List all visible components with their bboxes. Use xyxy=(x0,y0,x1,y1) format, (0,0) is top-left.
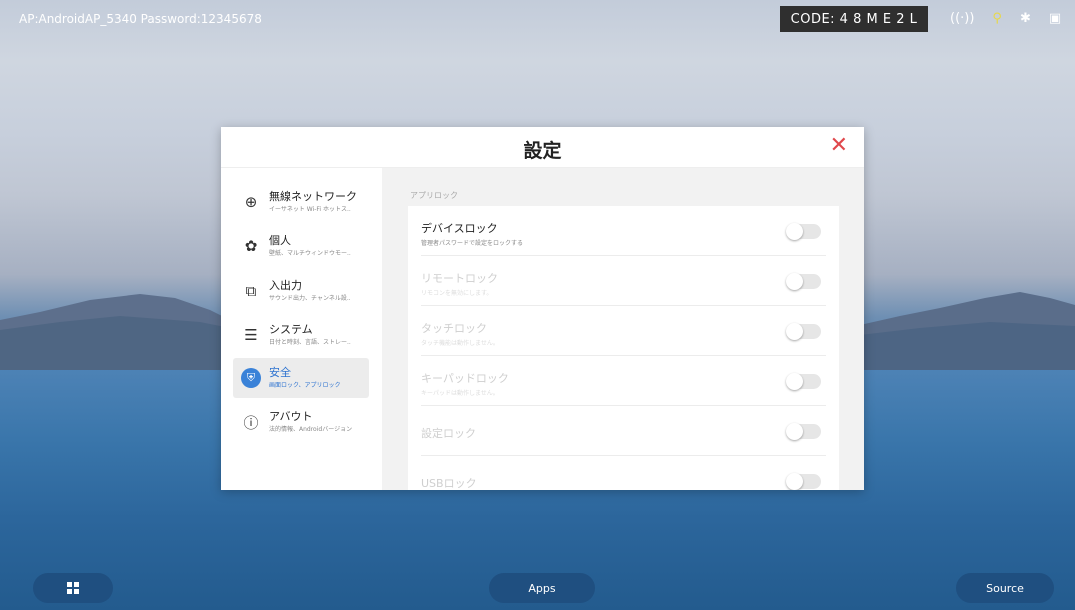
setting-subtitle: リモコンを無効にします。 xyxy=(421,290,493,297)
ap-info-text: AP:AndroidAP_5340 Password:12345678 xyxy=(19,12,262,26)
sidebar-item-label: アバウト xyxy=(269,410,313,423)
globe-icon: ⊕ xyxy=(244,193,258,211)
setting-row-touch-lock[interactable]: タッチロック タッチ機能は動作しません。 xyxy=(408,306,839,356)
close-button[interactable]: ✕ xyxy=(830,135,848,157)
setting-title: リモートロック xyxy=(421,272,498,285)
setting-row-device-lock[interactable]: デバイスロック 管理者パスワードで設定をロックする xyxy=(408,206,839,256)
section-label: アプリロック xyxy=(410,191,458,200)
sidebar-item-label: 無線ネットワーク xyxy=(269,190,357,203)
input-output-icon: ⧉ xyxy=(245,282,257,300)
touch-lock-toggle[interactable] xyxy=(786,323,821,340)
sidebar-item-about[interactable]: ⓘ アバウト 法的情報、Androidバージョン xyxy=(233,402,369,442)
setting-row-keypad-lock[interactable]: キーパッドロック キーパッドは動作しません。 xyxy=(408,356,839,406)
setting-subtitle: タッチ機能は動作しません。 xyxy=(421,340,499,347)
info-icon: ⓘ xyxy=(243,413,259,432)
settings-sidebar: ⊕ 無線ネットワーク イーサネット Wi-Fi ホットス.. ✿ 個人 壁紙、マ… xyxy=(221,168,382,490)
apps-button[interactable]: Apps xyxy=(489,573,595,603)
shield-icon: ⛨ xyxy=(241,368,261,388)
sidebar-item-subtitle: 日付と時刻、言語、ストレー.. xyxy=(269,339,351,346)
code-badge: CODE: 4 8 M E 2 L xyxy=(780,6,928,32)
settings-dialog: 設定 ✕ ⊕ 無線ネットワーク イーサネット Wi-Fi ホットス.. ✿ 個人… xyxy=(221,127,864,490)
setting-title: キーパッドロック xyxy=(421,372,509,385)
sidebar-item-label: システム xyxy=(269,323,313,336)
status-icons: ((·)) ⚲ ✱ ▣ xyxy=(950,10,1061,28)
settings-content: アプリロック デバイスロック 管理者パスワードで設定をロックする リモートロック… xyxy=(382,168,864,490)
sidebar-item-label: 安全 xyxy=(269,366,291,379)
sidebar-item-subtitle: 壁紙、マルチウィンドウモー.. xyxy=(269,250,351,257)
palette-icon: ✿ xyxy=(244,237,258,255)
sidebar-item-security[interactable]: ⛨ 安全 画面ロック、アプリロック xyxy=(233,358,369,398)
setting-title: USBロック xyxy=(421,477,477,490)
dialog-header: 設定 ✕ xyxy=(221,127,864,168)
setting-title: デバイスロック xyxy=(421,222,498,235)
setting-title: 設定ロック xyxy=(421,427,476,440)
bluetooth-off-icon[interactable]: ✱ xyxy=(1020,10,1031,28)
sidebar-item-personal[interactable]: ✿ 個人 壁紙、マルチウィンドウモー.. xyxy=(233,226,369,266)
hotspot-icon[interactable]: ((·)) xyxy=(950,10,974,28)
device-lock-toggle[interactable] xyxy=(786,223,821,240)
setting-row-remote-lock[interactable]: リモートロック リモコンを無効にします。 xyxy=(408,256,839,306)
setting-row-settings-lock[interactable]: 設定ロック xyxy=(408,406,839,456)
sidebar-item-subtitle: 法的情報、Androidバージョン xyxy=(269,426,353,433)
setting-subtitle: 管理者パスワードで設定をロックする xyxy=(421,240,524,247)
setting-subtitle: キーパッドは動作しません。 xyxy=(421,390,499,397)
sidebar-item-subtitle: サウンド出力、チャンネル設.. xyxy=(269,295,351,302)
usb-lock-toggle[interactable] xyxy=(786,473,821,490)
windows-icon xyxy=(67,582,79,594)
screen-icon[interactable]: ▣ xyxy=(1049,10,1061,28)
source-button[interactable]: Source xyxy=(956,573,1054,603)
start-button[interactable] xyxy=(33,573,113,603)
sidebar-item-input-output[interactable]: ⧉ 入出力 サウンド出力、チャンネル設.. xyxy=(233,271,369,311)
sidebar-item-label: 入出力 xyxy=(269,279,302,292)
usb-icon[interactable]: ⚲ xyxy=(992,10,1002,28)
lock-settings-card: デバイスロック 管理者パスワードで設定をロックする リモートロック リモコンを無… xyxy=(408,206,839,490)
dialog-title: 設定 xyxy=(523,140,562,162)
sidebar-item-label: 個人 xyxy=(269,234,291,247)
sliders-icon: ☰ xyxy=(244,326,258,344)
sidebar-item-subtitle: 画面ロック、アプリロック xyxy=(269,382,341,389)
setting-title: タッチロック xyxy=(421,322,487,335)
sidebar-item-wireless-network[interactable]: ⊕ 無線ネットワーク イーサネット Wi-Fi ホットス.. xyxy=(233,182,369,222)
remote-lock-toggle[interactable] xyxy=(786,273,821,290)
sidebar-item-system[interactable]: ☰ システム 日付と時刻、言語、ストレー.. xyxy=(233,315,369,355)
setting-row-usb-lock[interactable]: USBロック xyxy=(408,456,839,490)
settings-lock-toggle[interactable] xyxy=(786,423,821,440)
sidebar-item-subtitle: イーサネット Wi-Fi ホットス.. xyxy=(269,206,351,213)
keypad-lock-toggle[interactable] xyxy=(786,373,821,390)
